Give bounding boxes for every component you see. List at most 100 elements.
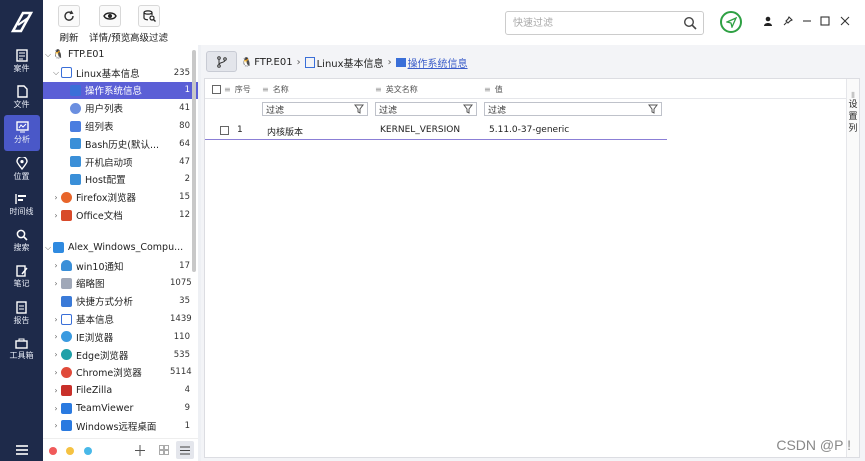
send-button[interactable] xyxy=(720,11,742,33)
chevron-right-icon[interactable]: › xyxy=(51,386,61,395)
menu-button[interactable] xyxy=(0,445,43,455)
chevron-right-icon[interactable]: › xyxy=(51,421,61,430)
chevron-right-icon[interactable]: › xyxy=(51,332,61,341)
tree-item-filezilla[interactable]: › FileZilla 4 xyxy=(43,381,198,399)
column-menu-icon[interactable]: ≡ xyxy=(224,85,231,94)
table-row[interactable]: 1 内核版本 KERNEL_VERSION 5.11.0-37-generic xyxy=(205,120,667,140)
tree-item-edge[interactable]: › Edge浏览器 535 xyxy=(43,346,198,364)
tree-item-bash-history[interactable]: Bash历史(默认... 64 xyxy=(43,135,198,153)
column-header-value[interactable]: 值 xyxy=(495,84,503,95)
refresh-button[interactable]: 刷新 xyxy=(58,5,80,44)
chevron-right-icon[interactable]: › xyxy=(51,261,61,270)
header-value[interactable]: ≡ 值 xyxy=(484,84,503,95)
nav-timeline[interactable]: 时间线 xyxy=(0,187,43,223)
close-button[interactable] xyxy=(838,14,852,28)
header-select-all[interactable]: ≡ 序号 xyxy=(212,84,251,95)
filter-icon[interactable] xyxy=(648,104,658,114)
filter-icon[interactable] xyxy=(463,104,473,114)
chevron-right-icon[interactable]: › xyxy=(51,211,61,220)
advanced-filter-button[interactable]: 高级过滤 xyxy=(130,5,168,44)
nav-file[interactable]: 文件 xyxy=(0,79,43,115)
branch-button[interactable] xyxy=(206,51,237,72)
tree-scrollbar[interactable] xyxy=(192,50,196,272)
tree-item-ie[interactable]: › IE浏览器 110 xyxy=(43,328,198,346)
tree-item-os-info[interactable]: 操作系统信息 1 xyxy=(43,81,198,100)
breadcrumb-current[interactable]: 操作系统信息 xyxy=(408,55,468,70)
column-header-index[interactable]: 序号 xyxy=(235,84,251,95)
breadcrumb-item[interactable]: Linux基本信息 xyxy=(317,55,384,70)
filter-name[interactable]: 过滤 xyxy=(262,102,368,116)
chevron-right-icon[interactable]: › xyxy=(51,315,61,324)
grid-view-icon[interactable] xyxy=(159,445,169,455)
column-menu-icon[interactable]: ≡ xyxy=(375,85,382,94)
quick-filter-input[interactable] xyxy=(513,12,673,34)
search-icon[interactable] xyxy=(683,16,697,30)
header-en-name[interactable]: ≡ 英文名称 xyxy=(375,84,418,95)
user-button[interactable] xyxy=(761,14,775,28)
advanced-filter-label: 高级过滤 xyxy=(130,33,169,44)
tree-item-chrome[interactable]: › Chrome浏览器 5114 xyxy=(43,364,198,382)
column-settings-tab[interactable]: ⦀ 设 置 列 xyxy=(846,79,859,457)
chevron-down-icon[interactable]: ⌵ xyxy=(43,50,53,60)
terminal-icon xyxy=(70,138,81,150)
chevron-down-icon[interactable]: ⌵ xyxy=(51,68,61,78)
tree-item-teamviewer[interactable]: › TeamViewer 9 xyxy=(43,399,198,417)
tree-group-ftp[interactable]: ⌵ 🐧 FTP.E01 xyxy=(43,46,198,64)
filter-value[interactable]: 过滤 xyxy=(484,102,662,116)
tree-item-firefox[interactable]: › Firefox浏览器 15 xyxy=(43,188,198,206)
chevron-right-icon[interactable]: › xyxy=(51,193,61,202)
group-icon xyxy=(70,120,81,132)
preview-button[interactable]: 详情/预览 xyxy=(89,5,130,44)
tree-item-thumbnail[interactable]: › 缩略图 1075 xyxy=(43,275,198,293)
tree-item-groups[interactable]: 组列表 80 xyxy=(43,117,198,135)
nav-note[interactable]: 笔记 xyxy=(0,259,43,295)
chevron-right-icon[interactable]: › xyxy=(51,279,61,288)
tree-group-windows[interactable]: ⌵ Alex_Windows_Compu... xyxy=(43,239,198,257)
minimize-button[interactable] xyxy=(800,14,814,28)
tree-item-startup[interactable]: 开机启动项 47 xyxy=(43,153,198,171)
row-checkbox[interactable] xyxy=(220,126,229,135)
tree-item-linux-info[interactable]: ⌵ Linux基本信息 235 xyxy=(43,64,198,82)
hamburger-icon xyxy=(15,445,28,455)
nav-location[interactable]: 位置 xyxy=(0,151,43,187)
tree-item-win10-notify[interactable]: › win10通知 17 xyxy=(43,257,198,275)
nav-toolbox[interactable]: 工具箱 xyxy=(0,331,43,367)
tree-item-office[interactable]: › Office文档 12 xyxy=(43,206,198,224)
filter-icon[interactable] xyxy=(354,104,364,114)
nav-report[interactable]: 报告 xyxy=(0,295,43,331)
nav-analysis[interactable]: 分析 xyxy=(4,115,40,151)
red-dot-icon[interactable] xyxy=(49,447,57,455)
chevron-right-icon[interactable]: › xyxy=(51,404,61,413)
tree-item-count: 5114 xyxy=(170,367,192,378)
tree-item-remote-desktop[interactable]: › Windows远程桌面 1 xyxy=(43,417,198,435)
chevron-right-icon[interactable]: › xyxy=(51,350,61,359)
column-menu-icon[interactable]: ≡ xyxy=(484,85,491,94)
filter-value-input[interactable]: 过滤 xyxy=(488,103,648,116)
column-header-name[interactable]: 名称 xyxy=(273,84,289,95)
nav-case[interactable]: 案件 xyxy=(0,43,43,79)
tree-item-label: 基本信息 xyxy=(76,315,115,327)
breadcrumb-item[interactable]: FTP.E01 xyxy=(254,57,292,68)
maximize-button[interactable] xyxy=(818,14,832,28)
pin-button[interactable] xyxy=(781,14,795,28)
tree-item-basic-info[interactable]: › 基本信息 1439 xyxy=(43,310,198,328)
collapse-icon[interactable] xyxy=(135,445,145,456)
tree-item-shortcut[interactable]: 快捷方式分析 35 xyxy=(43,292,198,310)
select-all-checkbox[interactable] xyxy=(212,85,221,94)
filter-name-input[interactable]: 过滤 xyxy=(266,103,354,116)
blue-dot-icon[interactable] xyxy=(84,447,92,455)
chevron-right-icon[interactable]: › xyxy=(51,368,61,377)
filter-en-name[interactable]: 过滤 xyxy=(375,102,477,116)
list-view-button[interactable] xyxy=(176,441,194,459)
tree-item-host-config[interactable]: Host配置 2 xyxy=(43,171,198,189)
filter-en-name-input[interactable]: 过滤 xyxy=(379,103,463,116)
header-name[interactable]: ≡ 名称 xyxy=(262,84,289,95)
yellow-dot-icon[interactable] xyxy=(66,447,74,455)
column-header-en-name[interactable]: 英文名称 xyxy=(386,84,418,95)
tree-item-label: Host配置 xyxy=(85,175,126,187)
chevron-down-icon[interactable]: ⌵ xyxy=(43,243,53,253)
column-settings-char: 置 xyxy=(848,112,858,122)
column-menu-icon[interactable]: ≡ xyxy=(262,85,269,94)
tree-item-users[interactable]: 用户列表 41 xyxy=(43,99,198,117)
nav-search[interactable]: 搜索 xyxy=(0,223,43,259)
